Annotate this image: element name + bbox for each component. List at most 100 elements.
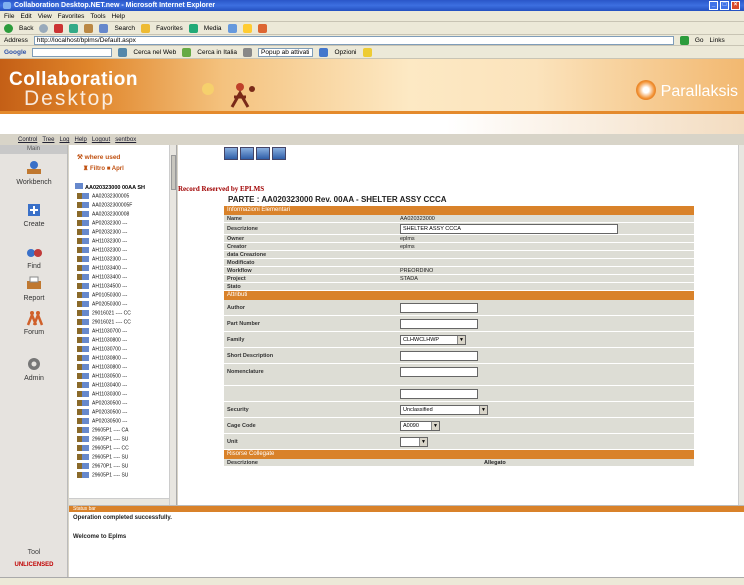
sidebar-item-forum[interactable]: Forum: [0, 309, 68, 336]
attribute-input[interactable]: [400, 351, 478, 361]
popup-blocker[interactable]: Popup ab attivati: [258, 47, 314, 57]
sidebar-tool[interactable]: Tool: [0, 549, 68, 559]
back-arrow-icon[interactable]: [4, 23, 13, 33]
tree-root[interactable]: AA020323000 00AA SH: [75, 183, 145, 191]
menu-help[interactable]: Help: [112, 13, 125, 20]
attribute-select[interactable]: A0090 ▼: [400, 421, 440, 431]
attribute-select[interactable]: CLHWCLHWP ▼: [400, 335, 466, 345]
menu-tools[interactable]: Tools: [90, 13, 105, 20]
tree-node[interactable]: 29670P1 ---- SU: [77, 463, 173, 471]
tree-node[interactable]: AH11033400 ---: [77, 265, 173, 273]
chevron-down-icon[interactable]: ▼: [419, 438, 427, 446]
options-button[interactable]: Opzioni: [334, 49, 356, 56]
favorites-button[interactable]: Favorites: [156, 25, 183, 32]
chevron-down-icon[interactable]: ▼: [431, 422, 439, 430]
main-vertical-scrollbar[interactable]: [738, 145, 744, 505]
tree-vertical-scrollbar[interactable]: [169, 145, 176, 505]
go-button[interactable]: Go: [695, 37, 704, 44]
attribute-input[interactable]: [400, 319, 478, 329]
tree-node[interactable]: AP01050300 ---: [77, 292, 173, 300]
tree-node[interactable]: 29016021 ---- CC: [77, 319, 173, 327]
attribute-select[interactable]: ▼: [400, 437, 428, 447]
tree-node[interactable]: 29605P1 ---- SU: [77, 454, 173, 462]
print-icon[interactable]: [257, 23, 267, 33]
tree-view-icon[interactable]: [240, 147, 254, 160]
where-used-title[interactable]: ⚒ where used: [77, 153, 120, 161]
menu-file[interactable]: File: [4, 13, 14, 20]
options-icon[interactable]: [319, 47, 329, 57]
tree-node[interactable]: AH11032300 ---: [77, 247, 173, 255]
tree-node[interactable]: AP02030500 ---: [77, 409, 173, 417]
description-input[interactable]: SHELTER ASSY CCCA: [400, 224, 618, 234]
maximize-button[interactable]: □: [720, 1, 729, 10]
home-icon[interactable]: [84, 23, 94, 33]
nav-control[interactable]: Control: [18, 137, 37, 143]
tree-node[interactable]: AP02050300 ---: [77, 301, 173, 309]
favorites-star-icon[interactable]: [141, 23, 151, 33]
tree-node[interactable]: AH11032300 ---: [77, 256, 173, 264]
tree-node[interactable]: AH11030300 ---: [77, 391, 173, 399]
search-web-button[interactable]: Cerca nel Web: [133, 49, 176, 56]
minimize-button[interactable]: _: [709, 1, 718, 10]
media-icon[interactable]: [188, 23, 198, 33]
highlight-pencil-icon[interactable]: [362, 47, 372, 57]
search-icon[interactable]: [99, 23, 109, 33]
refresh-icon[interactable]: [69, 23, 79, 33]
tree-node[interactable]: AH11032300 ---: [77, 238, 173, 246]
nav-logout[interactable]: Logout: [92, 137, 110, 143]
stop-icon[interactable]: [54, 23, 64, 33]
tree-node[interactable]: AP02032300 ---: [77, 229, 173, 237]
checkout-icon[interactable]: [256, 147, 270, 160]
sidebar-item-report[interactable]: Report: [0, 275, 68, 302]
search-site-button[interactable]: Cerca in Italia: [197, 49, 237, 56]
back-button[interactable]: Back: [19, 25, 33, 32]
menu-view[interactable]: View: [38, 13, 52, 20]
sidebar-item-find[interactable]: Find: [0, 243, 68, 270]
media-button[interactable]: Media: [204, 25, 222, 32]
tree-node[interactable]: AA02032300005: [77, 193, 173, 201]
tree-node[interactable]: AH11030500 ---: [77, 373, 173, 381]
sidebar-item-create[interactable]: Create: [0, 201, 68, 228]
menu-edit[interactable]: Edit: [20, 13, 31, 20]
tree-node[interactable]: 29605P1 ---- SU: [77, 436, 173, 444]
tree-node[interactable]: 29605P1 ---- CA: [77, 427, 173, 435]
tree-node[interactable]: 29016021 ---- CC: [77, 310, 173, 318]
close-button[interactable]: ×: [731, 1, 740, 10]
tree-node[interactable]: 29605P1 ---- CC: [77, 445, 173, 453]
tree-node[interactable]: AH11030800 ---: [77, 355, 173, 363]
document-icon[interactable]: [272, 147, 286, 160]
go-arrow-icon[interactable]: [679, 35, 689, 45]
chevron-down-icon[interactable]: ▼: [457, 336, 465, 344]
tree-node[interactable]: AH11030700 ---: [77, 328, 173, 336]
links-button[interactable]: Links: [710, 37, 725, 44]
address-input[interactable]: http://localhost/bplms/Default.aspx: [33, 35, 674, 45]
google-search-icon[interactable]: [118, 47, 128, 57]
tree-filter[interactable]: ♜ Filtro ■ Aprl: [83, 165, 124, 172]
attribute-input[interactable]: [400, 303, 478, 313]
tree-node[interactable]: AP02032300 ---: [77, 220, 173, 228]
attribute-select[interactable]: Unclassified ▼: [400, 405, 488, 415]
nav-tree[interactable]: Tree: [42, 137, 54, 143]
scroll-thumb[interactable]: [171, 155, 176, 190]
sidebar-item-admin[interactable]: Admin: [0, 355, 68, 382]
tree-node[interactable]: AH11030800 ---: [77, 337, 173, 345]
tree-node[interactable]: AH11030400 ---: [77, 382, 173, 390]
chevron-down-icon[interactable]: ▼: [479, 406, 487, 414]
history-icon[interactable]: [227, 23, 237, 33]
globe-icon[interactable]: [182, 47, 192, 57]
tree-node[interactable]: AP02030500 ---: [77, 418, 173, 426]
tree-node[interactable]: AA02032300005F: [77, 202, 173, 210]
tree-node[interactable]: 29605P1 ---- SU: [77, 472, 173, 480]
sidebar-item-workbench[interactable]: Workbench: [0, 159, 68, 186]
tree-node[interactable]: AA02032300008: [77, 211, 173, 219]
search-button[interactable]: Search: [114, 25, 135, 32]
tree-node[interactable]: AH11034500 ---: [77, 283, 173, 291]
attribute-input[interactable]: [400, 389, 478, 399]
tree-horizontal-scrollbar[interactable]: [69, 498, 169, 505]
forward-arrow-icon[interactable]: [39, 23, 49, 33]
menu-favorites[interactable]: Favorites: [58, 13, 85, 20]
open-folder-icon[interactable]: [224, 147, 238, 160]
mail-icon[interactable]: [242, 23, 252, 33]
tree-node[interactable]: AH11030700 ---: [77, 346, 173, 354]
nav-help[interactable]: Help: [74, 137, 86, 143]
